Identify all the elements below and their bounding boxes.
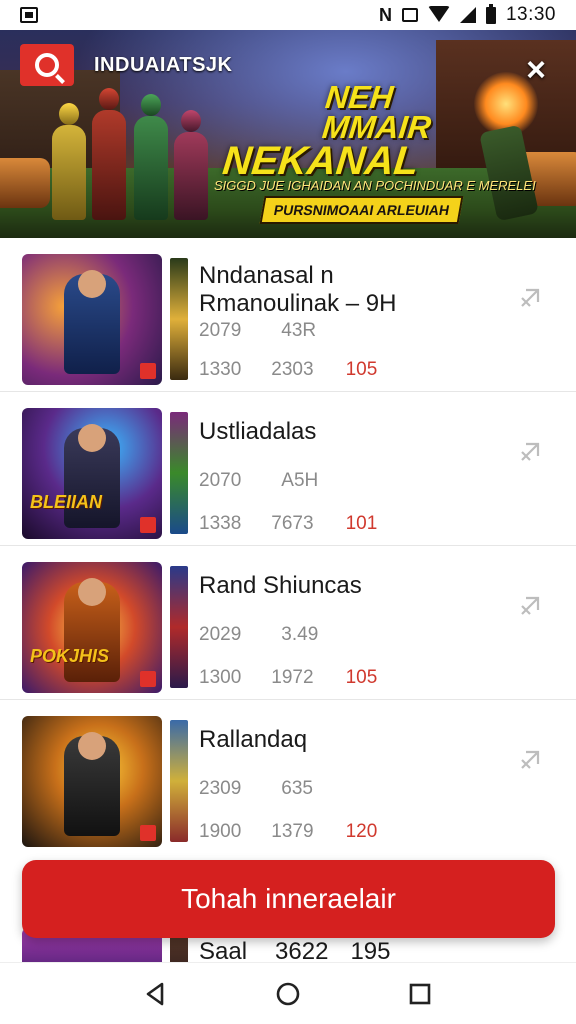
thumbnail-badge-icon [140,363,156,379]
nfc-icon: N [378,4,392,25]
stat-highlight: 105 [345,667,378,688]
game-meta: 2070 A5H [199,470,318,492]
game-title: Rallandaq [199,726,308,753]
partial-text: Saal 3622 195 [199,938,390,962]
banner-headline: NEH MMAIR NEKANAL [220,79,481,183]
meta-value: A5H [281,470,319,491]
meta-value: 2079 [199,320,242,341]
stat-value: 7673 [271,513,314,534]
list-item[interactable]: BLEIIAN Ustliadalas 2070 A5H 1338 7673 101 [0,392,576,546]
meta-value: 43R [281,320,317,341]
thumbnail-character [64,732,120,836]
meta-value: 3.49 [281,624,319,645]
game-thumbnail [22,716,162,847]
meta-value: 635 [281,778,313,799]
search-icon [35,53,59,77]
game-thumbnail [22,254,162,385]
thumbnail-character [64,270,120,374]
game-meta: 2079 43R [199,320,316,342]
list-item[interactable]: POKJHIS Rand Shiuncas 2029 3.49 1300 1972 1… [0,546,576,700]
game-list: Nndanasal n Rmanoulinak – 9H 2079 43R 133… [0,238,576,854]
game-title: Ustliadalas [199,418,317,445]
stat-value: 1900 [199,821,242,842]
banner-headline-line2: NEKANAL [220,139,421,183]
stat-value: 1972 [271,667,314,688]
system-nav-bar [0,962,576,1024]
thumbnail-logo: BLEIIAN [30,492,102,512]
primary-action-button[interactable]: Tohah inneraelair [22,860,555,938]
stat-highlight: 120 [345,821,378,842]
stat-highlight: 105 [345,359,378,380]
wifi-icon [427,6,450,22]
app-screen: N 13:30 INDUAIATSJK × NEH MMAIR NEKANAL [0,0,576,1024]
clock: 13:30 [505,4,556,25]
close-icon[interactable]: × [518,52,554,88]
game-stats: 1900 1379 120 [199,821,377,843]
thumbnail-strip [170,412,188,534]
banner-subtitle: SIGGD JUE IGHAIDAN AN POCHINDUAR E MEREL… [214,178,536,193]
thumbnail-strip [170,566,188,688]
battery-icon [485,3,496,24]
thumbnail-character [64,578,120,682]
banner-hero [134,116,168,220]
signal-icon [459,7,476,23]
game-title: Rand Shiuncas [199,572,362,599]
status-bar: N 13:30 [0,0,576,30]
thumbnail-character [64,424,120,528]
meta-value: 2309 [199,778,242,799]
thumbnail-logo: POKJHIS [30,646,110,666]
stat-value: 2303 [271,359,314,380]
meta-value: 2070 [199,470,242,491]
game-thumbnail: BLEIIAN [22,408,162,539]
banner-barrel [0,158,50,208]
list-item[interactable]: Rallandaq 2309 635 1900 1379 120 [0,700,576,854]
share-icon[interactable] [518,748,542,772]
stat-highlight: 101 [345,513,378,534]
banner-hero [92,110,126,220]
banner-hero [174,132,208,220]
game-meta: 2309 635 [199,778,313,800]
list-item[interactable]: Nndanasal n Rmanoulinak – 9H 2079 43R 133… [0,238,576,392]
game-subtitle: Rmanoulinak – 9H [199,290,397,317]
stat-value: 1300 [199,667,242,688]
stat-value: 1330 [199,359,242,380]
vibrate-icon [401,8,418,22]
thumbnail-strip [170,720,188,842]
app-name: INDUAIATSJK [94,54,233,76]
banner-hero [52,125,86,220]
recents-icon[interactable] [390,964,450,1024]
partial-value: 195 [350,938,391,962]
thumbnail-badge-icon [140,517,156,533]
banner-ribbon: PURSNIMOAAI ARLEUIAH [259,196,464,224]
partial-value: 3622 [275,938,329,962]
game-stats: 1300 1972 105 [199,667,377,689]
app-logo [20,44,74,86]
back-icon[interactable] [126,964,186,1024]
stat-value: 1338 [199,513,242,534]
game-title: Nndanasal n [199,262,334,289]
game-stats: 1330 2303 105 [199,359,377,381]
stat-value: 1379 [271,821,314,842]
screenshot-icon [20,7,38,23]
home-icon[interactable] [258,964,318,1024]
partial-title: Saal [199,938,248,962]
thumbnail-strip [170,258,188,380]
game-meta: 2029 3.49 [199,624,318,646]
share-icon[interactable] [518,594,542,618]
game-thumbnail: POKJHIS [22,562,162,693]
promo-banner[interactable]: INDUAIATSJK × NEH MMAIR NEKANAL SIGGD JU… [0,30,576,238]
meta-value: 2029 [199,624,242,645]
banner-headline-line1: NEH MMAIR [320,79,433,145]
share-icon[interactable] [518,286,542,310]
status-icons: N 13:30 [378,3,556,26]
game-stats: 1338 7673 101 [199,513,377,535]
thumbnail-badge-icon [140,671,156,687]
share-icon[interactable] [518,440,542,464]
thumbnail-badge-icon [140,825,156,841]
